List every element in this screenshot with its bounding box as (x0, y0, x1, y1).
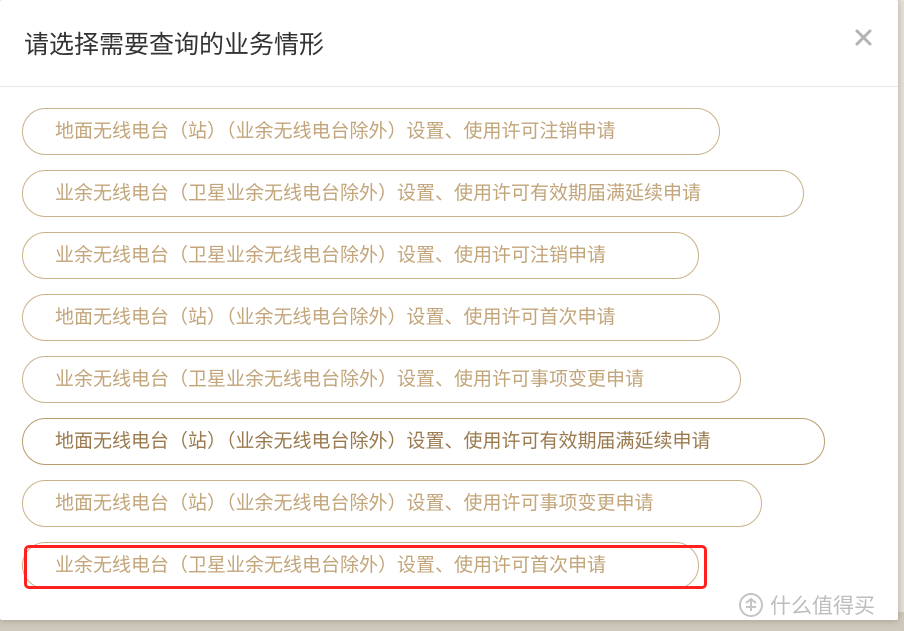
business-option-amateur-first[interactable]: 业余无线电台（卫星业余无线电台除外）设置、使用许可首次申请 (22, 542, 699, 589)
business-option-amateur-cancel[interactable]: 业余无线电台（卫星业余无线电台除外）设置、使用许可注销申请 (22, 232, 699, 279)
business-option-amateur-renewal[interactable]: 业余无线电台（卫星业余无线电台除外）设置、使用许可有效期届满延续申请 (22, 170, 804, 217)
watermark-text: 什么值得买 (770, 594, 875, 618)
close-icon[interactable] (848, 22, 880, 54)
smzdm-logo-icon (739, 593, 763, 617)
close-button[interactable] (848, 22, 880, 54)
business-option-amateur-change[interactable]: 业余无线电台（卫星业余无线电台除外）设置、使用许可事项变更申请 (22, 356, 741, 403)
page: 请选择需要查询的业务情形 地面无线电台（站）（业余无线电台除外）设置、使用许可注… (0, 0, 904, 631)
business-option-ground-station-renewal[interactable]: 地面无线电台（站）（业余无线电台除外）设置、使用许可有效期届满延续申请 (22, 418, 825, 465)
watermark: 什么值得买 (738, 590, 875, 620)
business-option-ground-station-first[interactable]: 地面无线电台（站）（业余无线电台除外）设置、使用许可首次申请 (22, 294, 720, 341)
business-option-ground-station-change[interactable]: 地面无线电台（站）（业余无线电台除外）设置、使用许可事项变更申请 (22, 480, 762, 527)
business-option-ground-station-cancel[interactable]: 地面无线电台（站）（业余无线电台除外）设置、使用许可注销申请 (22, 108, 720, 155)
dialog-title: 请选择需要查询的业务情形 (24, 30, 325, 59)
business-option-list: 地面无线电台（站）（业余无线电台除外）设置、使用许可注销申请 业余无线电台（卫星… (22, 108, 882, 589)
dialog-header: 请选择需要查询的业务情形 (0, 0, 898, 87)
dialog-body: 地面无线电台（站）（业余无线电台除外）设置、使用许可注销申请 业余无线电台（卫星… (22, 108, 882, 604)
business-type-dialog: 请选择需要查询的业务情形 地面无线电台（站）（业余无线电台除外）设置、使用许可注… (0, 0, 898, 620)
